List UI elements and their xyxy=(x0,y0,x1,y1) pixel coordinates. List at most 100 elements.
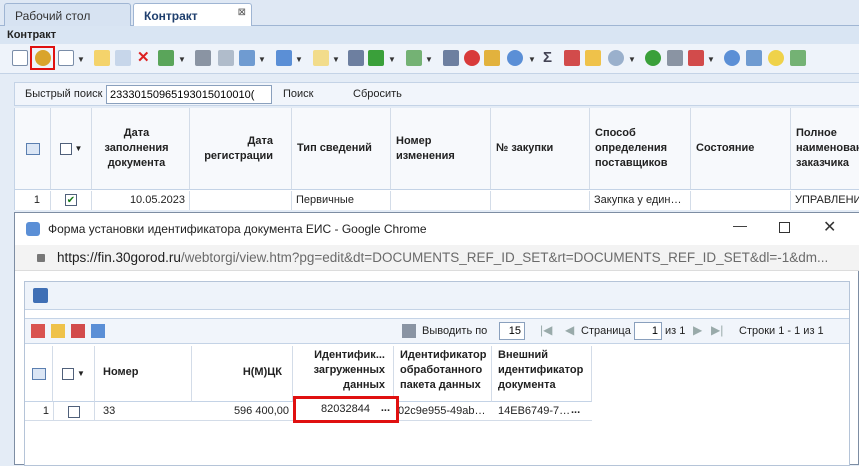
page-size-label: Выводить по xyxy=(422,325,488,337)
first-page-icon[interactable]: |◀ xyxy=(540,323,552,337)
col-packet-id[interactable]: Идентификатор обработанного пакета данны… xyxy=(394,346,492,402)
prev-page-icon[interactable]: ◀ xyxy=(565,323,574,337)
dropdown-arrow-icon[interactable]: ▼ xyxy=(77,55,85,64)
check-icon[interactable] xyxy=(158,50,174,66)
search-button[interactable]: Поиск xyxy=(283,88,313,100)
cell-purchase-number[interactable] xyxy=(491,191,590,210)
import-icon[interactable] xyxy=(276,50,292,66)
tab-desktop[interactable]: Рабочий стол xyxy=(4,3,131,26)
dropdown-arrow-icon[interactable]: ▼ xyxy=(628,55,636,64)
col-change-number[interactable]: Номер изменения xyxy=(391,108,491,190)
col-purchase-number[interactable]: № закупки xyxy=(491,108,590,190)
cell-type[interactable]: Первичные xyxy=(292,191,391,210)
attach-icon[interactable] xyxy=(218,50,234,66)
loaded-id-ellipsis-button[interactable]: ... xyxy=(381,402,390,414)
sum-icon[interactable]: Σ xyxy=(543,50,559,66)
select-all-checkbox[interactable]: ▼ xyxy=(51,108,92,190)
col-reg-date[interactable]: Дата регистрации xyxy=(190,108,292,190)
col-customer[interactable]: Полное наименование заказчика xyxy=(791,108,859,190)
col-external-id[interactable]: Внешний идентификатор документа xyxy=(492,346,592,402)
col-nmck[interactable]: Н(М)ЦК xyxy=(192,346,293,402)
dropdown-arrow-icon[interactable]: ▼ xyxy=(295,55,303,64)
col-number[interactable]: Номер xyxy=(95,346,192,402)
lock-icon xyxy=(37,254,45,262)
sort-icon[interactable] xyxy=(564,50,580,66)
add-row-icon[interactable] xyxy=(31,324,45,338)
cell-customer[interactable]: УПРАВЛЕНИ xyxy=(791,191,859,210)
verify-icon[interactable] xyxy=(790,50,806,66)
dropdown-arrow-icon[interactable]: ▼ xyxy=(388,55,396,64)
upload-icon[interactable] xyxy=(484,50,500,66)
header-label: Дата регистрации xyxy=(204,134,273,162)
filter-icon[interactable] xyxy=(51,324,65,338)
cell-fill-date[interactable]: 10.05.2023 xyxy=(92,191,190,210)
edit-icon[interactable] xyxy=(94,50,110,66)
col-fill-date[interactable]: Дата заполнения документа xyxy=(92,108,190,190)
cell-packet-id[interactable]: 02c9e955-49ab… xyxy=(398,405,490,417)
table-icon[interactable] xyxy=(12,50,28,66)
sign-icon[interactable] xyxy=(348,50,364,66)
col-type[interactable]: Тип сведений xyxy=(292,108,391,190)
next-page-icon[interactable]: ▶ xyxy=(693,323,702,337)
delete-icon[interactable]: ✕ xyxy=(137,50,153,66)
copy-icon[interactable] xyxy=(115,50,131,66)
tab-label: Рабочий стол xyxy=(15,9,91,23)
external-id-ellipsis-button[interactable]: ... xyxy=(571,404,580,416)
row-checkbox[interactable] xyxy=(51,191,92,210)
print-icon[interactable] xyxy=(195,50,211,66)
tab-contract[interactable]: Контракт ⊠ xyxy=(133,3,252,26)
dropdown-arrow-icon[interactable]: ▼ xyxy=(528,55,536,64)
help-icon[interactable] xyxy=(768,50,784,66)
grid-settings-icon[interactable] xyxy=(25,346,53,402)
columns-icon[interactable] xyxy=(91,324,105,338)
info-icon[interactable] xyxy=(724,50,740,66)
row-checkbox[interactable] xyxy=(53,402,95,421)
cell-reg-date[interactable] xyxy=(190,191,292,210)
workflow-icon[interactable] xyxy=(368,50,384,66)
grid-settings-icon[interactable] xyxy=(15,108,51,190)
cell-status[interactable] xyxy=(691,191,791,210)
filter-icon[interactable] xyxy=(585,50,601,66)
save-icon[interactable] xyxy=(33,288,48,303)
dropdown-arrow-icon[interactable]: ▼ xyxy=(178,55,186,64)
quick-search-label: Быстрый поиск xyxy=(25,88,103,100)
cell-external-id[interactable]: 14EB6749-7… xyxy=(498,405,570,417)
pen-icon[interactable] xyxy=(443,50,459,66)
close-button[interactable]: ✕ xyxy=(823,217,836,237)
refresh-settings-icon[interactable] xyxy=(608,50,624,66)
calendar-icon[interactable] xyxy=(746,50,762,66)
sort-icon[interactable] xyxy=(71,324,85,338)
clear-icon[interactable] xyxy=(688,50,704,66)
loaded-id-cell-highlight[interactable]: 82032844 ... xyxy=(293,396,399,423)
dropdown-arrow-icon[interactable]: ▼ xyxy=(258,55,266,64)
dropdown-arrow-icon[interactable]: ▼ xyxy=(425,55,433,64)
page-input[interactable] xyxy=(634,322,662,340)
new-document-icon[interactable] xyxy=(58,50,74,66)
last-page-icon[interactable]: ▶| xyxy=(711,323,723,337)
dropdown-arrow-icon[interactable]: ▼ xyxy=(332,55,340,64)
dropdown-arrow-icon[interactable]: ▼ xyxy=(707,55,715,64)
approve-icon[interactable] xyxy=(406,50,422,66)
maximize-button[interactable] xyxy=(779,222,790,233)
page-size-input[interactable] xyxy=(499,322,525,340)
link-icon[interactable] xyxy=(507,50,523,66)
cell-number[interactable]: 33 xyxy=(103,405,115,417)
export-icon[interactable] xyxy=(239,50,255,66)
select-all-checkbox[interactable]: ▼ xyxy=(53,346,95,402)
minimize-button[interactable]: — xyxy=(733,217,747,233)
tools-icon[interactable] xyxy=(667,50,683,66)
cell-loaded-id: 82032844 xyxy=(321,403,370,415)
cell-change-number[interactable] xyxy=(391,191,491,210)
close-icon[interactable]: ⊠ xyxy=(238,7,246,18)
col-status[interactable]: Состояние xyxy=(691,108,791,190)
cell-nmck[interactable]: 596 400,00 xyxy=(192,405,289,417)
address-bar[interactable]: https://fin.30gorod.ru/webtorgi/view.htm… xyxy=(15,245,859,271)
col-method[interactable]: Способ определения поставщиков xyxy=(590,108,691,190)
stop-icon[interactable] xyxy=(464,50,480,66)
cell-method[interactable]: Закупка у един… xyxy=(590,191,691,210)
col-loaded-id[interactable]: Идентифик... загруженных данных xyxy=(293,346,394,402)
reset-button[interactable]: Сбросить xyxy=(353,88,402,100)
quick-search-input[interactable] xyxy=(106,85,272,104)
reload-icon[interactable] xyxy=(645,50,661,66)
document-icon[interactable] xyxy=(313,50,329,66)
